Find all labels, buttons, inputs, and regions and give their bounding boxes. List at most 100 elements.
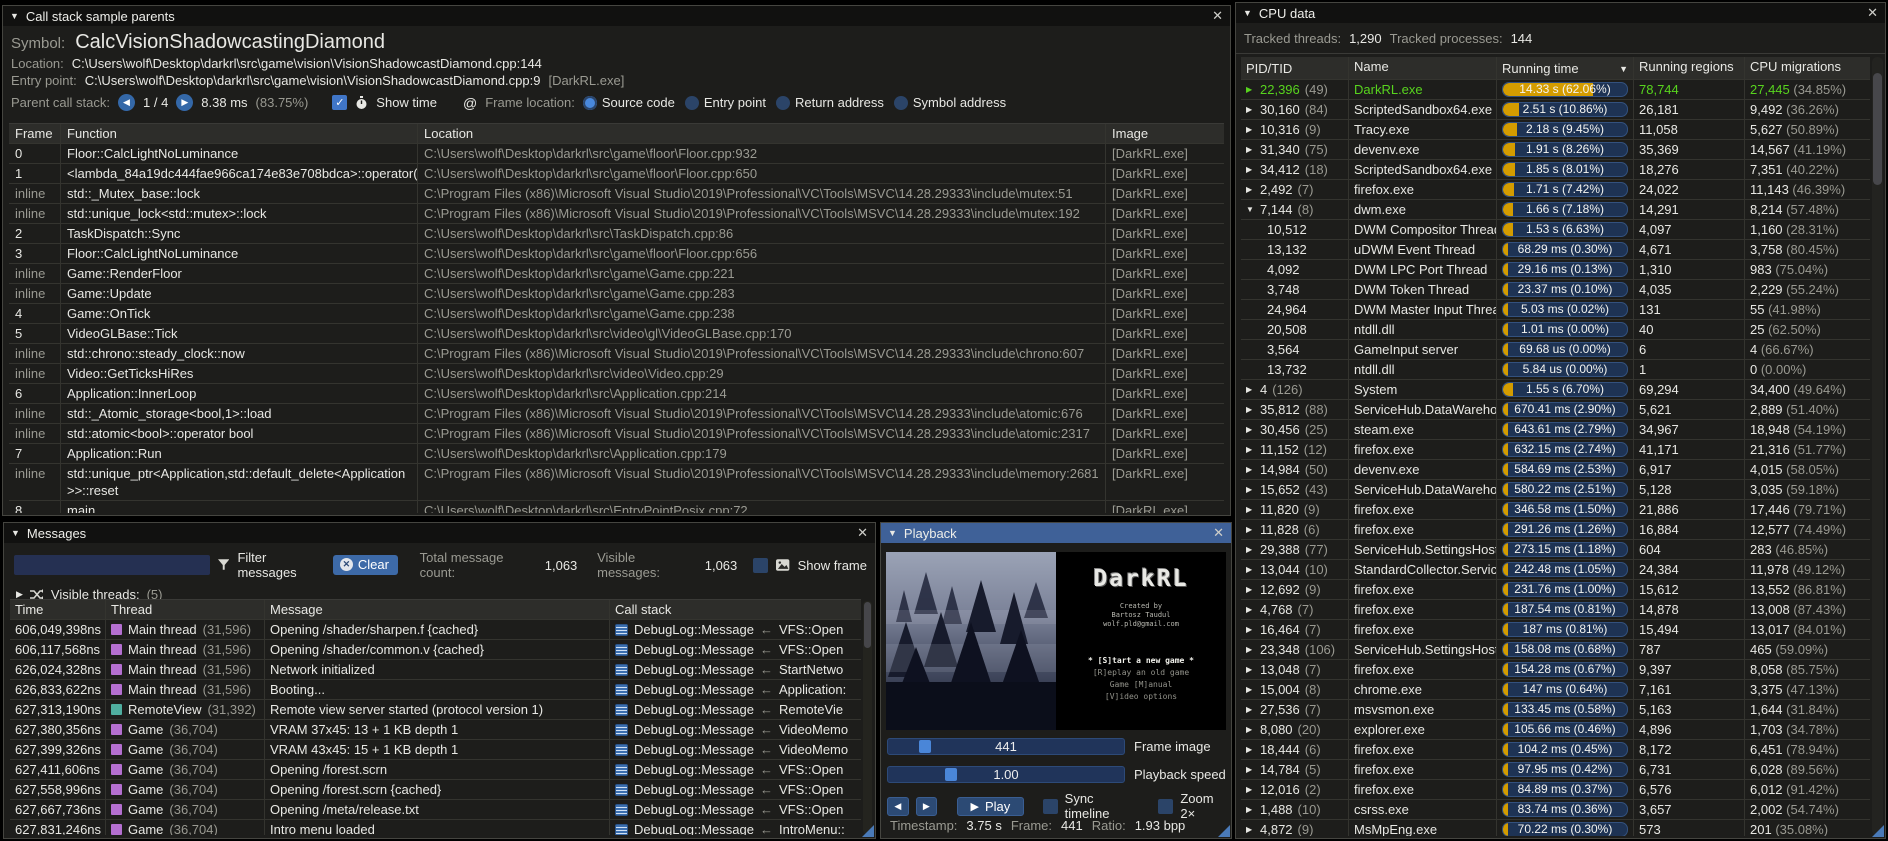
expand-icon[interactable]: ▶ [1246, 501, 1255, 518]
step-back-button[interactable]: ◀ [887, 797, 909, 816]
table-row[interactable]: 4Game::OnTickC:\Users\wolf\Desktop\darkr… [9, 304, 1224, 324]
table-row[interactable]: inlinestd::unique_ptr<Application,std::d… [9, 464, 1224, 501]
expand-icon[interactable]: ▶ [1246, 761, 1255, 778]
show-frame-checkbox[interactable] [753, 558, 768, 573]
list-item[interactable]: 627,558,996nsGame(36,704)Opening /forest… [10, 780, 861, 800]
expand-icon[interactable]: ▶ [1246, 801, 1255, 818]
table-row[interactable]: ▶11,152(12)firefox.exe632.15 ms (2.74%)4… [1241, 440, 1870, 460]
frame-image-slider[interactable]: 441 [887, 738, 1125, 755]
frame-location-option-source-code[interactable]: Source code [583, 95, 675, 110]
collapse-icon[interactable]: ▼ [10, 11, 19, 21]
expand-icon[interactable]: ▶ [1246, 661, 1255, 678]
table-row[interactable]: inlinestd::unique_lock<std::mutex>::lock… [9, 204, 1224, 224]
table-row[interactable]: ▶15,004(8)chrome.exe147 ms (0.64%)7,1613… [1241, 680, 1870, 700]
message-callstack[interactable]: DebugLog::Message←VFS::Open [610, 620, 861, 639]
table-row[interactable]: 3,564GameInput server69.68 us (0.00%)64 … [1241, 340, 1870, 360]
expand-icon[interactable]: ▶ [1246, 381, 1255, 398]
table-row[interactable]: 2TaskDispatch::SyncC:\Users\wolf\Desktop… [9, 224, 1224, 244]
cpu-scrollbar[interactable] [1872, 57, 1883, 835]
col-cpu-migrations[interactable]: CPU migrations [1745, 57, 1870, 79]
table-row[interactable]: inlineVideo::GetTicksHiResC:\Users\wolf\… [9, 364, 1224, 384]
collapse-icon[interactable]: ▼ [1243, 8, 1252, 18]
table-row[interactable]: ▶4,768(7)firefox.exe187.54 ms (0.81%)14,… [1241, 600, 1870, 620]
table-row[interactable]: ▶16,464(7)firefox.exe187 ms (0.81%)15,49… [1241, 620, 1870, 640]
table-row[interactable]: ▶10,316(9)Tracy.exe2.18 s (9.45%)11,0585… [1241, 120, 1870, 140]
expand-icon[interactable]: ▶ [1246, 421, 1255, 438]
messages-scrollbar[interactable] [863, 601, 872, 834]
table-row[interactable]: 13,732ntdll.dll5.84 us (0.00%)10 (0.00%) [1241, 360, 1870, 380]
expand-icon[interactable]: ▶ [1246, 141, 1255, 158]
table-row[interactable]: ▼7,144(8)dwm.exe1.66 s (7.18%)14,2918,21… [1241, 200, 1870, 220]
frame-location-option-entry-point[interactable]: Entry point [685, 95, 766, 110]
table-row[interactable]: inlinestd::_Atomic_storage<bool,1>::load… [9, 404, 1224, 424]
table-row[interactable]: 3,748DWM Token Thread23.37 ms (0.10%)4,0… [1241, 280, 1870, 300]
table-row[interactable]: ▶14,984(50)devenv.exe584.69 ms (2.53%)6,… [1241, 460, 1870, 480]
prev-callstack-button[interactable]: ◀ [118, 94, 135, 111]
table-row[interactable]: inlinestd::atomic<bool>::operator boolC:… [9, 424, 1224, 444]
frame-location-option-return-address[interactable]: Return address [776, 95, 884, 110]
expand-icon[interactable]: ▶ [1246, 621, 1255, 638]
sync-timeline-checkbox[interactable] [1043, 799, 1058, 814]
table-row[interactable]: ▶34,412(18)ScriptedSandbox64.exe1.85 s (… [1241, 160, 1870, 180]
message-callstack[interactable]: DebugLog::Message←RemoteVie [610, 700, 861, 719]
collapse-icon[interactable]: ▼ [888, 528, 897, 538]
table-row[interactable]: ▶30,160(84)ScriptedSandbox64.exe2.51 s (… [1241, 100, 1870, 120]
table-row[interactable]: ▶4,872(9)MsMpEng.exe70.22 ms (0.30%)5732… [1241, 820, 1870, 836]
expand-icon[interactable]: ▼ [1246, 201, 1255, 218]
list-item[interactable]: 627,380,356nsGame(36,704)VRAM 37x45: 13 … [10, 720, 861, 740]
list-item[interactable]: 606,117,568nsMain thread(31,596)Opening … [10, 640, 861, 660]
expand-icon[interactable]: ▶ [1246, 401, 1255, 418]
list-item[interactable]: 606,049,398nsMain thread(31,596)Opening … [10, 620, 861, 640]
table-row[interactable]: ▶8,080(20)explorer.exe105.66 ms (0.46%)4… [1241, 720, 1870, 740]
table-row[interactable]: 3Floor::CalcLightNoLuminanceC:\Users\wol… [9, 244, 1224, 264]
expand-icon[interactable]: ▶ [1246, 461, 1255, 478]
table-row[interactable]: ▶23,348(106)ServiceHub.SettingsHost.exe1… [1241, 640, 1870, 660]
table-row[interactable]: ▶11,820(9)firefox.exe346.58 ms (1.50%)21… [1241, 500, 1870, 520]
table-row[interactable]: ▶2,492(7)firefox.exe1.71 s (7.42%)24,022… [1241, 180, 1870, 200]
table-row[interactable]: ▶13,044(10)StandardCollector.Service.exe… [1241, 560, 1870, 580]
list-item[interactable]: 627,399,326nsGame(36,704)VRAM 43x45: 15 … [10, 740, 861, 760]
clear-button[interactable]: ✕ Clear [333, 555, 398, 575]
message-callstack[interactable]: DebugLog::Message←IntroMenu:: [610, 820, 861, 835]
frame-location-option-symbol-address[interactable]: Symbol address [894, 95, 1006, 110]
message-callstack[interactable]: DebugLog::Message←VideoMemo [610, 720, 861, 739]
table-row[interactable]: inlineGame::UpdateC:\Users\wolf\Desktop\… [9, 284, 1224, 304]
list-item[interactable]: 626,833,622nsMain thread(31,596)Booting.… [10, 680, 861, 700]
table-row[interactable]: 24,964DWM Master Input Thread5.03 ms (0.… [1241, 300, 1870, 320]
resize-grip[interactable] [1218, 825, 1230, 837]
expand-icon[interactable]: ▶ [1246, 101, 1255, 118]
table-row[interactable]: inlinestd::chrono::steady_clock::nowC:\P… [9, 344, 1224, 364]
message-callstack[interactable]: DebugLog::Message←Application: [610, 680, 861, 699]
zoom-2x-checkbox[interactable] [1158, 799, 1173, 814]
cpu-titlebar[interactable]: ▼ CPU data ✕ [1236, 3, 1885, 23]
table-row[interactable]: 10,512DWM Compositor Thread1.53 s (6.63%… [1241, 220, 1870, 240]
message-callstack[interactable]: DebugLog::Message←VideoMemo [610, 740, 861, 759]
table-row[interactable]: ▶12,016(2)firefox.exe84.89 ms (0.37%)6,5… [1241, 780, 1870, 800]
col-name[interactable]: Name [1349, 57, 1497, 79]
table-row[interactable]: 20,508ntdll.dll1.01 ms (0.00%)4025 (62.5… [1241, 320, 1870, 340]
expand-icon[interactable]: ▶ [1246, 701, 1255, 718]
col-running-regions[interactable]: Running regions [1634, 57, 1745, 79]
expand-icon[interactable]: ▶ [1246, 561, 1255, 578]
expand-icon[interactable]: ▶ [1246, 681, 1255, 698]
table-row[interactable]: 0Floor::CalcLightNoLuminanceC:\Users\wol… [9, 144, 1224, 164]
message-callstack[interactable]: DebugLog::Message←VFS::Open [610, 780, 861, 799]
list-item[interactable]: 627,667,736nsGame(36,704)Opening /meta/r… [10, 800, 861, 820]
close-icon[interactable]: ✕ [1867, 5, 1878, 21]
table-row[interactable]: 5VideoGLBase::TickC:\Users\wolf\Desktop\… [9, 324, 1224, 344]
table-row[interactable]: 8mainC:\Users\wolf\Desktop\darkrl\src\En… [9, 501, 1224, 513]
expand-icon[interactable]: ▶ [1246, 521, 1255, 538]
table-row[interactable]: 1<lambda_84a19dc444fae966ca174e83e708bdc… [9, 164, 1224, 184]
table-row[interactable]: ▶29,388(77)ServiceHub.SettingsHost.exe27… [1241, 540, 1870, 560]
col-running-time[interactable]: Running time ▼ [1497, 57, 1634, 79]
expand-icon[interactable]: ▶ [1246, 781, 1255, 798]
close-icon[interactable]: ✕ [1212, 8, 1223, 24]
expand-icon[interactable]: ▶ [1246, 641, 1255, 658]
table-row[interactable]: ▶13,048(7)firefox.exe154.28 ms (0.67%)9,… [1241, 660, 1870, 680]
next-callstack-button[interactable]: ▶ [176, 94, 193, 111]
expand-icon[interactable]: ▶ [1246, 721, 1255, 738]
step-forward-button[interactable]: ▶ [916, 797, 938, 816]
collapse-icon[interactable]: ▼ [11, 528, 20, 538]
close-icon[interactable]: ✕ [857, 525, 868, 541]
expand-icon[interactable]: ▶ [1246, 81, 1255, 98]
